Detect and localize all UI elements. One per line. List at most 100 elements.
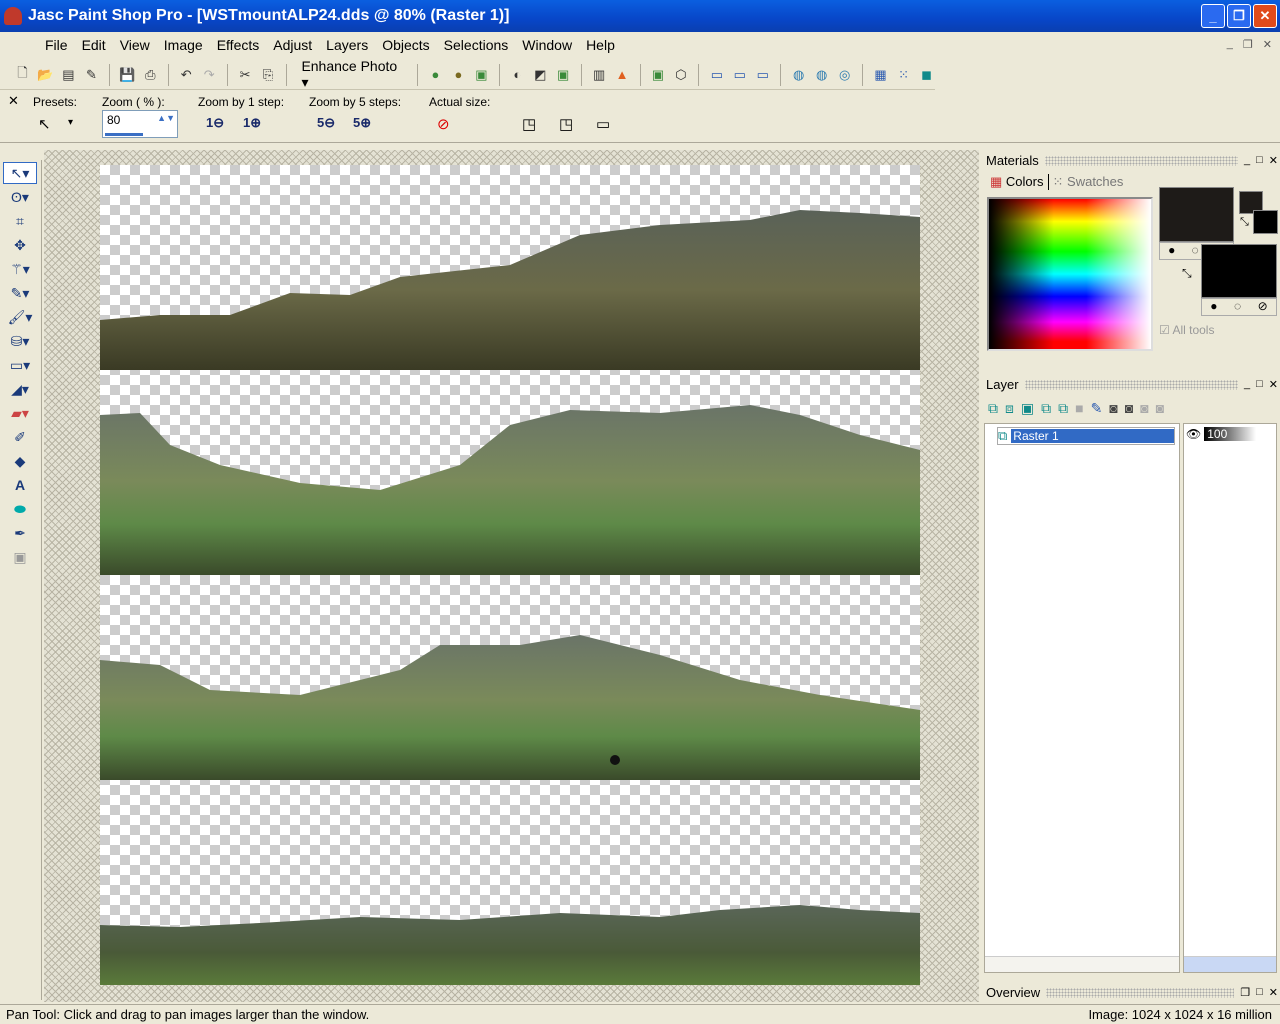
cut-icon[interactable]: ✂ <box>237 66 254 84</box>
overview-restore[interactable]: ❐ <box>1240 986 1250 999</box>
redo-icon[interactable]: ↷ <box>201 66 218 84</box>
fit-window-icon[interactable]: ◳ <box>522 115 536 133</box>
tab-colors[interactable]: ▦ Colors <box>986 174 1049 190</box>
eraser-tool[interactable]: ▰▾ <box>3 402 37 424</box>
visibility-eye-icon[interactable]: 👁 <box>1186 427 1201 441</box>
fg-color-icon[interactable]: ● <box>1168 243 1175 259</box>
menu-adjust[interactable]: Adjust <box>266 37 319 53</box>
background-swatch[interactable] <box>1201 244 1277 298</box>
histogram-icon[interactable]: ▥ <box>591 66 608 84</box>
open-icon[interactable]: 📂 <box>37 66 54 84</box>
globe-icon[interactable]: ◍ <box>813 66 830 84</box>
save-icon[interactable]: 💾 <box>119 66 136 84</box>
effects-icon[interactable]: ▣ <box>650 66 667 84</box>
menu-selections[interactable]: Selections <box>437 37 516 53</box>
gif-icon[interactable]: ▭ <box>731 66 748 84</box>
pen-tool[interactable]: ✒ <box>3 522 37 544</box>
menu-help[interactable]: Help <box>579 37 622 53</box>
text-tool[interactable]: A <box>3 474 37 496</box>
small-background-swatch[interactable] <box>1253 210 1278 234</box>
shape-tool[interactable]: ⬬ <box>3 498 37 520</box>
crop-tool[interactable]: ⌗ <box>3 210 37 232</box>
doc-restore-button[interactable]: ❐ <box>1243 38 1253 51</box>
zoom-out-5-icon[interactable]: 5⊖ <box>317 115 335 131</box>
actual-size-icon[interactable]: ⊘ <box>437 115 450 133</box>
tab-swatches[interactable]: ⁙ Swatches <box>1049 174 1128 190</box>
swap-small-icon[interactable]: ⤡ <box>1240 216 1249 229</box>
overview-maximize[interactable]: □ <box>1256 986 1263 999</box>
all-tools-checkbox[interactable]: ☑ All tools <box>1159 323 1214 337</box>
preset-pointer-icon[interactable]: ↖ <box>38 115 51 133</box>
bg-gradient-icon[interactable]: ◌ <box>1234 299 1241 315</box>
pan-tool[interactable]: ↖▾ <box>3 162 37 184</box>
close-options-icon[interactable]: ✕ <box>8 93 19 109</box>
red-eye-icon[interactable]: ◐ <box>509 66 526 84</box>
menu-window[interactable]: Window <box>515 37 579 53</box>
dropper-tool[interactable]: ✎▾ <box>3 282 37 304</box>
dodge-tool[interactable]: ◢▾ <box>3 378 37 400</box>
warp-tool[interactable]: ▣ <box>3 546 37 568</box>
fill-tool[interactable]: ◆ <box>3 450 37 472</box>
fit-image-icon[interactable]: ◳ <box>559 115 573 133</box>
edit-selection-icon[interactable]: ✎ <box>1091 400 1103 417</box>
duplicate-layer-icon[interactable]: ⧉ <box>1058 400 1068 417</box>
menu-layers[interactable]: Layers <box>319 37 375 53</box>
scan-icon[interactable]: ✎ <box>83 66 100 84</box>
swap-colors-icon[interactable]: ⤡ <box>1182 266 1192 281</box>
print-icon[interactable]: ⎙ <box>142 66 159 84</box>
menu-view[interactable]: View <box>113 37 157 53</box>
png-icon[interactable]: ▭ <box>754 66 771 84</box>
replace-color-tool[interactable]: ▭▾ <box>3 354 37 376</box>
new-vector-layer-icon[interactable]: ⧈ <box>1005 400 1014 417</box>
menu-objects[interactable]: Objects <box>375 37 436 53</box>
layer-row[interactable]: ⧉ Raster 1 <box>997 427 1175 445</box>
delete-layer-icon[interactable]: ■ <box>1075 400 1083 417</box>
browse-icon[interactable]: ▤ <box>60 66 77 84</box>
foreground-swatch[interactable] <box>1159 187 1234 242</box>
mask-icon[interactable]: ◙ <box>1109 400 1117 417</box>
menu-effects[interactable]: Effects <box>210 37 267 53</box>
rollover-icon[interactable]: ◎ <box>836 66 853 84</box>
move-tool[interactable]: ✥ <box>3 234 37 256</box>
image-workspace[interactable] <box>44 150 979 1002</box>
presets-dropdown[interactable]: ▾ <box>68 117 73 128</box>
materials-minimize[interactable]: _ <box>1244 154 1250 167</box>
color-picker[interactable] <box>987 197 1153 351</box>
cube-icon[interactable]: ⬡ <box>672 66 689 84</box>
mask-load-icon[interactable]: ◙ <box>1125 400 1133 417</box>
materials-maximize[interactable]: □ <box>1256 154 1263 167</box>
color-icon[interactable]: ▲ <box>614 66 631 84</box>
restore-button[interactable]: ❐ <box>1227 4 1251 28</box>
layer-list-scrollbar[interactable] <box>985 956 1179 972</box>
layer-props-scrollbar[interactable] <box>1184 956 1276 972</box>
jpeg-icon[interactable]: ▭ <box>708 66 725 84</box>
zoom-in-5-icon[interactable]: 5⊕ <box>353 115 371 131</box>
contrast-icon[interactable]: ◩ <box>532 66 549 84</box>
full-screen-icon[interactable]: ▭ <box>596 115 610 133</box>
one-step-fix-icon[interactable]: ● <box>427 66 444 84</box>
color-balance-icon[interactable]: ● <box>450 66 467 84</box>
materials-close[interactable]: ✕ <box>1269 154 1278 167</box>
menu-image[interactable]: Image <box>157 37 210 53</box>
picture-tube-tool[interactable]: ✐ <box>3 426 37 448</box>
paint-brush-tool[interactable]: 🖌▾ <box>3 306 37 328</box>
layer-close[interactable]: ✕ <box>1269 378 1278 391</box>
overview-close[interactable]: ✕ <box>1269 986 1278 999</box>
fg-gradient-icon[interactable]: ◌ <box>1192 243 1199 259</box>
copy-icon[interactable]: ⎘ <box>260 66 277 84</box>
layer-name[interactable]: Raster 1 <box>1011 429 1174 443</box>
web-icon[interactable]: ◍ <box>790 66 807 84</box>
zoom-in-1-icon[interactable]: 1⊕ <box>243 115 261 131</box>
palette-icon[interactable]: ▦ <box>872 66 889 84</box>
zoom-input[interactable]: 80 ▲▼ <box>102 110 178 138</box>
magic-wand-tool[interactable]: ⚚▾ <box>3 258 37 280</box>
layer-maximize[interactable]: □ <box>1256 378 1263 391</box>
clarify-icon[interactable]: ▣ <box>555 66 572 84</box>
script-icon[interactable]: ◼ <box>918 66 935 84</box>
zoom-out-1-icon[interactable]: 1⊖ <box>206 115 224 131</box>
clone-tool[interactable]: ⛁▾ <box>3 330 37 352</box>
close-button[interactable]: ✕ <box>1253 4 1277 28</box>
new-group-icon[interactable]: ⧉ <box>1041 400 1051 417</box>
new-raster-layer-icon[interactable]: ⧉ <box>988 400 998 417</box>
bg-color-icon[interactable]: ● <box>1210 299 1217 315</box>
